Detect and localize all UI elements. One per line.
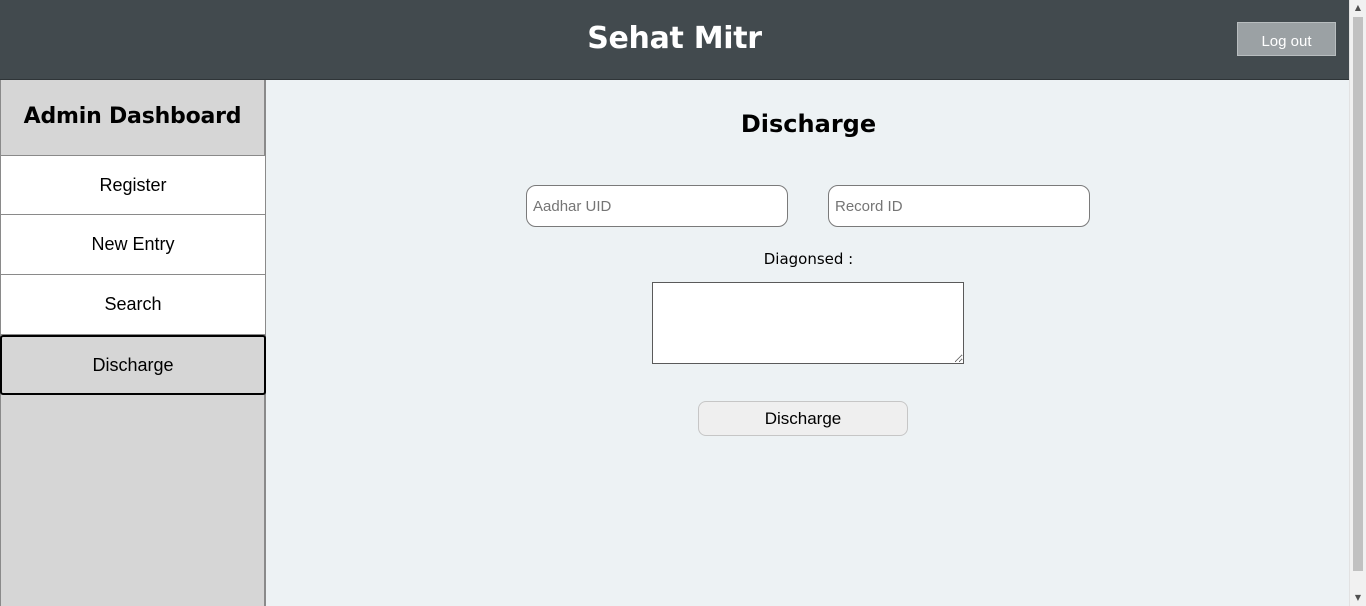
top-header: Sehat Mitr Log out <box>0 0 1349 80</box>
sidebar-item-search[interactable]: Search <box>0 275 266 335</box>
page: Sehat Mitr Log out Admin Dashboard Regis… <box>0 0 1366 606</box>
scroll-up-icon[interactable]: ▲ <box>1350 0 1366 16</box>
sidebar-item-new-entry[interactable]: New Entry <box>0 215 266 275</box>
page-title: Discharge <box>740 110 877 138</box>
aadhar-uid-input[interactable] <box>526 185 788 227</box>
diagnosed-label: Diagonsed : <box>763 250 854 268</box>
scroll-down-icon[interactable]: ▼ <box>1350 590 1366 606</box>
app-title: Sehat Mitr <box>587 21 762 56</box>
sidebar-item-register[interactable]: Register <box>0 155 266 215</box>
sidebar-title: Admin Dashboard <box>23 104 242 129</box>
discharge-button[interactable]: Discharge <box>698 401 908 436</box>
main-content: Discharge Diagonsed : Discharge <box>268 80 1349 606</box>
vertical-scrollbar[interactable]: ▲ ▼ <box>1349 0 1366 606</box>
sidebar-item-discharge[interactable]: Discharge <box>0 335 266 395</box>
scroll-thumb[interactable] <box>1353 17 1363 571</box>
record-id-input[interactable] <box>828 185 1090 227</box>
diagnosed-textarea[interactable] <box>652 282 964 364</box>
sidebar: Admin Dashboard Register New Entry Searc… <box>0 80 266 606</box>
logout-button[interactable]: Log out <box>1237 22 1336 56</box>
